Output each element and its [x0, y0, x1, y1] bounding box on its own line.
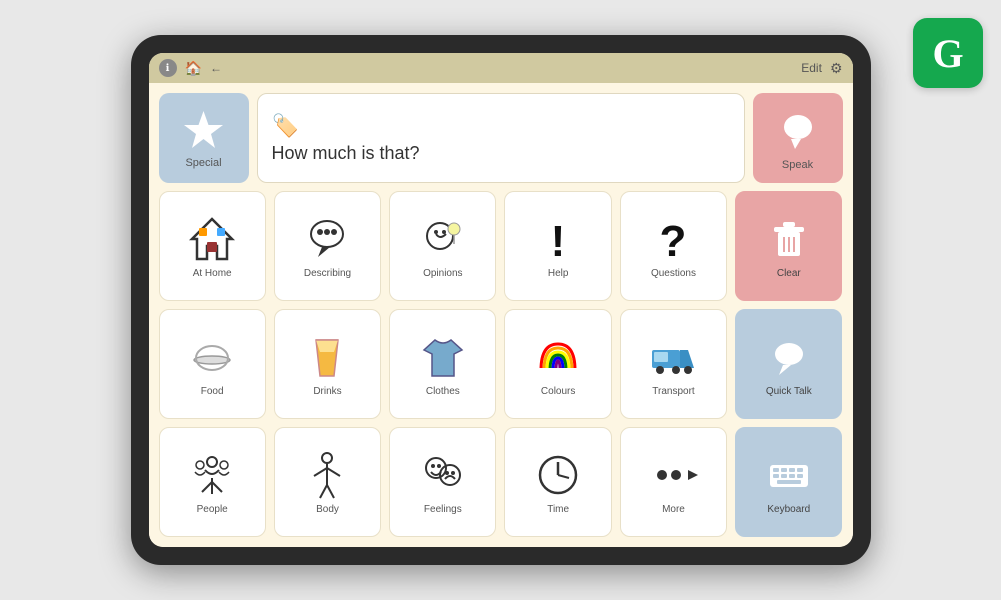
- keyboard-cell[interactable]: Keyboard: [735, 427, 842, 537]
- tshirt-icon: [418, 332, 468, 382]
- feelings-icon: [418, 450, 468, 500]
- speech-text: How much is that?: [272, 143, 420, 164]
- plate-icon: [187, 332, 237, 382]
- clock-icon: [533, 450, 583, 500]
- describing-icon: [302, 214, 352, 264]
- quicktalk-cell[interactable]: Quick Talk: [735, 309, 842, 419]
- more-label: More: [662, 504, 685, 515]
- top-row: Special 🏷️ How much is that? Speak: [159, 93, 843, 183]
- questions-cell[interactable]: ? Questions: [620, 191, 727, 301]
- opinions-icon: [418, 214, 468, 264]
- transport-label: Transport: [652, 386, 694, 397]
- grid-row-3: People Body: [159, 427, 843, 537]
- time-cell[interactable]: Time: [504, 427, 611, 537]
- time-label: Time: [547, 504, 569, 515]
- opinions-cell[interactable]: Opinions: [389, 191, 496, 301]
- speak-button[interactable]: Speak: [753, 93, 843, 183]
- back-icon[interactable]: ←: [210, 61, 222, 75]
- people-label: People: [197, 504, 228, 515]
- star-icon: [181, 108, 226, 153]
- grid-row-1: At Home Describing: [159, 191, 843, 301]
- quicktalk-label: Quick Talk: [766, 386, 812, 397]
- clothes-cell[interactable]: Clothes: [389, 309, 496, 419]
- keyboard-label: Keyboard: [767, 504, 810, 515]
- clear-cell[interactable]: Clear: [735, 191, 842, 301]
- quicktalk-icon: [764, 332, 814, 382]
- opinions-label: Opinions: [423, 268, 462, 279]
- colours-label: Colours: [541, 386, 575, 397]
- body-icon: [302, 450, 352, 500]
- settings-icon[interactable]: ⚙: [830, 60, 843, 77]
- people-icon: [187, 450, 237, 500]
- info-icon[interactable]: ℹ: [159, 59, 177, 77]
- rainbow-icon: [533, 332, 583, 382]
- speech-tag-icon: 🏷️: [272, 113, 299, 139]
- drinks-label: Drinks: [313, 386, 341, 397]
- special-button[interactable]: Special: [159, 93, 249, 183]
- body-label: Body: [316, 504, 339, 515]
- special-label: Special: [185, 157, 221, 169]
- food-cell[interactable]: Food: [159, 309, 266, 419]
- home-icon[interactable]: 🏠: [185, 60, 202, 77]
- at-home-label: At Home: [193, 268, 232, 279]
- feelings-cell[interactable]: Feelings: [389, 427, 496, 537]
- grammarly-letter: G: [932, 30, 963, 77]
- edit-button[interactable]: Edit: [801, 61, 822, 75]
- svg-text:?: ?: [660, 217, 687, 264]
- grid-row-2: Food Drinks Clothes: [159, 309, 843, 419]
- svg-text:!: !: [551, 217, 566, 264]
- more-icon: [648, 450, 698, 500]
- people-cell[interactable]: People: [159, 427, 266, 537]
- top-bar: ℹ 🏠 ← Edit ⚙: [149, 53, 853, 83]
- grammarly-badge: G: [913, 18, 983, 88]
- food-label: Food: [201, 386, 224, 397]
- trash-icon: [764, 214, 814, 264]
- exclamation-icon: !: [533, 214, 583, 264]
- at-home-cell[interactable]: At Home: [159, 191, 266, 301]
- help-label: Help: [548, 268, 569, 279]
- more-cell[interactable]: More: [620, 427, 727, 537]
- describing-label: Describing: [304, 268, 351, 279]
- main-content: Special 🏷️ How much is that? Speak: [149, 83, 853, 547]
- house-icon: [187, 214, 237, 264]
- questions-label: Questions: [651, 268, 696, 279]
- tablet-screen: ℹ 🏠 ← Edit ⚙ Special 🏷️ H: [149, 53, 853, 547]
- describing-cell[interactable]: Describing: [274, 191, 381, 301]
- help-cell[interactable]: ! Help: [504, 191, 611, 301]
- question-icon: ?: [648, 214, 698, 264]
- transport-cell[interactable]: Transport: [620, 309, 727, 419]
- clear-label: Clear: [777, 268, 801, 279]
- truck-icon: [648, 332, 698, 382]
- speak-label: Speak: [782, 159, 813, 171]
- keyboard-icon: [764, 450, 814, 500]
- drinks-cell[interactable]: Drinks: [274, 309, 381, 419]
- clothes-label: Clothes: [426, 386, 460, 397]
- feelings-label: Feelings: [424, 504, 462, 515]
- glass-icon: [302, 332, 352, 382]
- colours-cell[interactable]: Colours: [504, 309, 611, 419]
- speech-display: 🏷️ How much is that?: [257, 93, 745, 183]
- body-cell[interactable]: Body: [274, 427, 381, 537]
- tablet-shell: ℹ 🏠 ← Edit ⚙ Special 🏷️ H: [131, 35, 871, 565]
- speak-icon: [773, 105, 823, 155]
